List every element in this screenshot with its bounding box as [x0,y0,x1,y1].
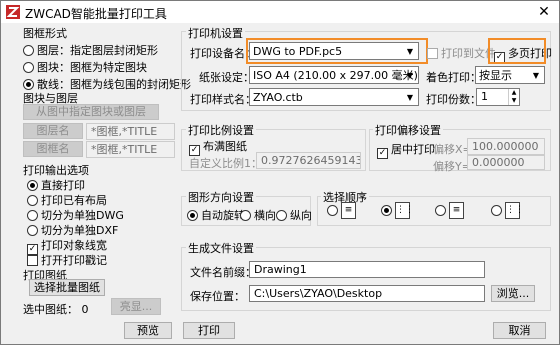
block-name-button[interactable]: 图层名 [23,123,83,139]
copies-input[interactable]: 1 ▲ ▼ [476,88,520,106]
radio-icon [276,210,287,221]
radio-icon [491,204,502,216]
order-row-icon: ≡ [341,202,356,219]
radio-icon [27,195,38,206]
app-icon [6,5,20,19]
highlight-button[interactable]: 亮显... [111,298,161,315]
radio-icon [27,210,38,221]
orient-landscape[interactable]: 横向 [240,207,276,223]
print-button[interactable]: 打印 [183,322,235,339]
paper-label: 纸张设定： [199,71,254,84]
order-column-reverse-icon: ⋮⋮ [505,202,524,219]
order-option-3[interactable]: ≡ [435,202,464,219]
center-print-check[interactable]: ✓ 居中打印 [377,141,435,159]
close-icon[interactable]: ✕ [535,3,553,21]
orientation-title: 图形方向设置 [186,189,256,205]
style-select[interactable]: ZYAO.ctb ▼ [249,88,419,106]
offset-y-label: 偏移Y= [433,160,471,173]
printer-title: 打印机设置 [186,25,245,41]
file-title: 生成文件设置 [186,240,256,256]
pick-from-drawing-button[interactable]: 从图中指定图块或图层 [23,104,159,120]
radio-icon [23,45,34,56]
multi-page-highlight [488,38,546,64]
prefix-input[interactable]: Drawing1 [249,261,485,278]
copies-label: 打印份数： [426,93,481,106]
order-option-4[interactable]: ⋮⋮ [491,202,524,219]
output-option-direct[interactable]: 直接打印 [27,177,85,193]
orient-auto[interactable]: 自动旋转 [187,207,245,223]
chevron-down-icon: ▼ [406,71,414,80]
check-stamp[interactable]: 打开打印戳记 [27,252,107,268]
spinner-icon[interactable]: ▲ ▼ [508,89,519,105]
layer-name-input[interactable]: *图框,*TITLE [86,141,175,158]
output-option-dwg[interactable]: 切分为单独DWG [27,207,124,223]
preview-button[interactable]: 预览 [124,322,172,339]
print-to-file-check[interactable]: 打印到文件 [427,45,496,61]
radio-icon [27,225,38,236]
checkbox-icon [27,255,38,266]
dialog-window: ZWCAD智能批量打印工具 ✕ 图框形式 图层：指定图层封闭矩形 图块：图框为特… [0,0,560,345]
color-select[interactable]: 按显示 ▼ [475,66,545,84]
window-title: ZWCAD智能批量打印工具 [25,7,167,21]
layout-form-title: 图框形式 [23,27,67,40]
selected-count: 选中图纸： 0 [23,303,89,316]
radio-selected-icon [27,180,38,191]
order-row-reverse-icon: ≡ [449,202,464,219]
radio-selected-icon [187,210,198,221]
title-bar: ZWCAD智能批量打印工具 ✕ [1,1,559,23]
output-option-layout[interactable]: 打印已有布局 [27,192,107,208]
radio-selected-icon [23,79,34,90]
layout-form-option-layer[interactable]: 图层：指定图层封闭矩形 [23,42,158,58]
browse-button[interactable]: 浏览... [491,285,535,302]
radio-selected-icon [381,204,392,216]
orient-portrait[interactable]: 纵向 [276,207,312,223]
prefix-label: 文件名前缀： [190,266,256,279]
output-title: 打印输出选项 [23,164,89,177]
offset-x-input[interactable]: 100.000000 [467,138,545,155]
output-option-dxf[interactable]: 切分为单独DXF [27,222,118,238]
cancel-button[interactable]: 取消 [493,322,546,339]
radio-icon [435,204,446,216]
custom-scale-label: 自定义比例1： [189,157,262,170]
radio-icon [23,62,34,73]
chevron-down-icon: ▼ [406,93,414,102]
path-label: 保存位置： [190,290,245,303]
radio-icon [240,210,251,221]
order-column-icon: ⋮⋮ [395,202,414,219]
offset-x-label: 偏移X= [433,143,472,156]
checkmark-icon: ✓ [377,148,388,159]
chevron-down-icon: ▼ [532,71,540,80]
radio-icon [327,204,338,216]
path-input[interactable]: C:\Users\ZYAO\Desktop [249,285,485,302]
select-drawings-button[interactable]: 选择批量图纸 [29,279,105,296]
offset-y-input[interactable]: 0.000000 [467,155,545,170]
device-highlight [246,38,428,64]
layer-name-button[interactable]: 图框名 [23,141,83,157]
offset-title: 打印偏移设置 [373,122,443,138]
paper-select[interactable]: ISO A4 (210.00 x 297.00 毫米) ▼ [249,66,419,84]
order-option-1[interactable]: ≡ [327,202,356,219]
block-name-input[interactable]: *图框,*TITLE [86,123,175,140]
color-label: 着色打印： [426,71,481,84]
fit-paper-check[interactable]: ✓ 布满图纸 [189,138,247,156]
order-option-2[interactable]: ⋮⋮ [381,202,414,219]
checkbox-icon [427,48,438,59]
custom-scale-input[interactable]: 0.972762645914396 [256,152,361,169]
scale-title: 打印比例设置 [186,122,256,138]
style-label: 打印样式名： [190,93,256,106]
layout-form-option-block[interactable]: 图块：图框为特定图块 [23,59,147,75]
